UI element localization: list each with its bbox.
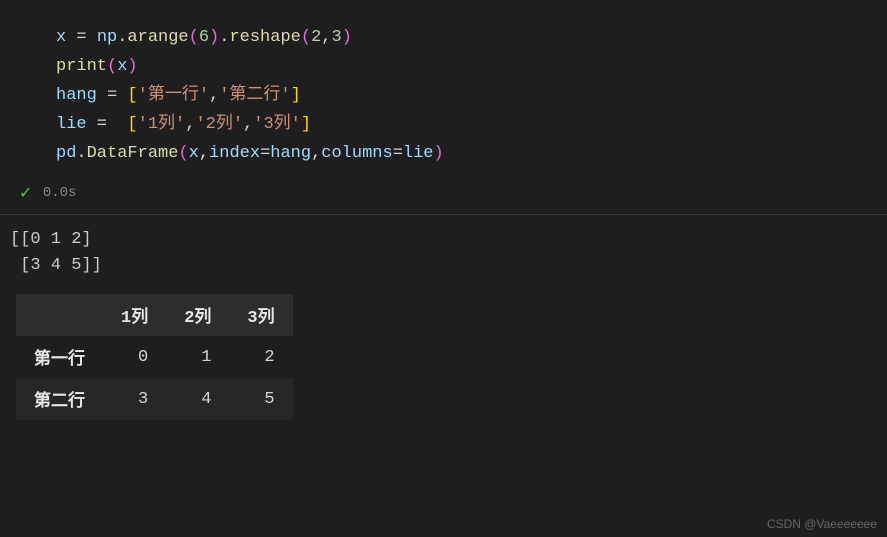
column-header: 3列 bbox=[229, 294, 292, 336]
table-cell: 2 bbox=[229, 336, 292, 378]
watermark: CSDN @Vaeeeeeee bbox=[767, 517, 877, 531]
execution-time: 0.0s bbox=[43, 185, 77, 201]
table-corner-cell bbox=[16, 294, 103, 336]
column-header: 1列 bbox=[103, 294, 166, 336]
code-line-1: x = np.arange(6).reshape(2,3) bbox=[56, 24, 879, 53]
table-header-row: 1列 2列 3列 bbox=[16, 294, 293, 336]
table-row: 第一行 0 1 2 bbox=[16, 336, 293, 378]
row-index: 第一行 bbox=[16, 336, 103, 378]
row-index: 第二行 bbox=[16, 378, 103, 420]
table-cell: 0 bbox=[103, 336, 166, 378]
execution-status-bar: ✓ 0.0s bbox=[0, 176, 887, 215]
code-line-3: hang = ['第一行','第二行'] bbox=[56, 82, 879, 111]
column-header: 2列 bbox=[166, 294, 229, 336]
code-line-4: lie = ['1列','2列','3列'] bbox=[56, 111, 879, 140]
code-line-2: print(x) bbox=[56, 53, 879, 82]
table-cell: 5 bbox=[229, 378, 292, 420]
table-cell: 3 bbox=[103, 378, 166, 420]
code-line-5: pd.DataFrame(x,index=hang,columns=lie) bbox=[56, 140, 879, 169]
stdout-output: [[0 1 2] [3 4 5]] bbox=[8, 227, 879, 278]
dataframe-table: 1列 2列 3列 第一行 0 1 2 第二行 3 4 5 bbox=[16, 294, 293, 420]
success-icon: ✓ bbox=[20, 182, 31, 204]
table-row: 第二行 3 4 5 bbox=[16, 378, 293, 420]
table-cell: 1 bbox=[166, 336, 229, 378]
table-cell: 4 bbox=[166, 378, 229, 420]
code-cell[interactable]: x = np.arange(6).reshape(2,3) print(x) h… bbox=[0, 0, 887, 176]
output-cell: [[0 1 2] [3 4 5]] 1列 2列 3列 第一行 0 1 2 第二行… bbox=[0, 215, 887, 428]
